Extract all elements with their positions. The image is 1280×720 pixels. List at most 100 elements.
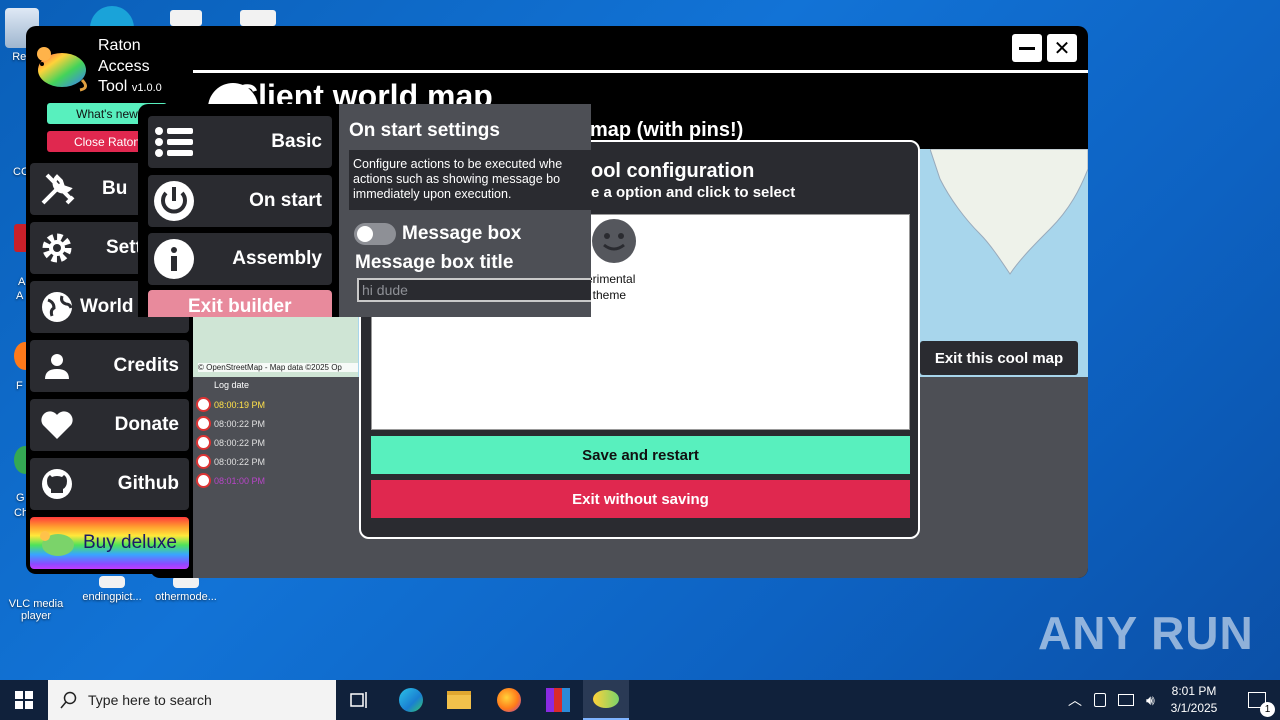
brand-line2: Access [98,57,150,75]
globe-icon [34,284,80,330]
taskbar-raton[interactable] [583,680,629,720]
sidebar-item-github[interactable]: Github [30,458,189,510]
taskbar-winrar[interactable] [535,680,581,720]
word-file-icon[interactable] [240,10,276,26]
message-box-title-input[interactable] [357,278,591,302]
notification-center-button[interactable]: 1 [1234,680,1280,720]
clock-time: 8:01 PM [1171,684,1217,698]
osm-credit: © OpenStreetMap - Map data ©2025 Op [198,363,358,372]
smiley-icon[interactable] [592,219,636,263]
rat-icon [593,690,619,708]
settings-desc-line1: Configure actions to be executed whe [353,157,563,171]
exit-map-button[interactable]: Exit this cool map [920,341,1078,375]
device-icon[interactable] [1094,693,1106,707]
builder-panel: Basic On start Assembly Exit builder On … [138,104,591,317]
log-time: 08:00:22 PM [214,437,266,448]
config-title: ool configuration [591,160,755,182]
log-row: 08:00:22 PM [196,454,265,469]
greenland-map-shape [930,149,1088,275]
log-row: 08:01:00 PM [196,473,265,488]
brand-line1: Raton [98,37,141,54]
theme-label-line2: t theme [586,288,627,302]
network-icon[interactable] [1118,694,1134,706]
builder-item-on-start[interactable]: On start [148,175,332,227]
brand-line3: Tool [98,78,128,95]
desktop-icon-endingpict[interactable]: endingpict... [76,576,148,603]
taskbar-edge[interactable] [388,680,434,720]
edge-browser-icon[interactable] [90,6,134,28]
windows-icon [15,691,33,709]
desktop-edge-label: G [16,492,25,504]
clock-icon [196,454,211,469]
task-view-button[interactable] [337,680,383,720]
minimize-icon [1019,46,1035,50]
log-header: Log date [214,380,250,390]
clock-icon [196,397,211,412]
rat-icon [40,531,74,556]
minimize-button[interactable] [1012,34,1042,62]
taskbar: Type here to search ︿ 🔊︎ 8:01 PM 3/1/202… [0,680,1280,720]
desktop-icon-othermode[interactable]: othermode... [150,576,222,603]
info-icon [151,236,197,282]
settings-title: On start settings [349,120,500,141]
log-time: 08:00:19 PM [214,399,266,410]
builder-item-basic[interactable]: Basic [148,116,332,168]
folder-icon [447,691,471,709]
log-time: 08:00:22 PM [214,418,266,429]
desktop-edge-label: A [18,276,26,288]
settings-desc-line3: immediately upon execution. [353,187,512,201]
log-time: 08:01:00 PM [214,475,266,486]
taskbar-firefox[interactable] [486,680,532,720]
sidebar-item-credits[interactable]: Credits [30,340,189,392]
desktop-icon-label: VLC media player [8,598,64,622]
winrar-icon [546,688,570,712]
close-window-button[interactable]: ✕ [1047,34,1077,62]
settings-desc-line2: actions such as showing message bo [353,172,561,186]
taskbar-search[interactable]: Type here to search [48,680,336,720]
builder-item-label: On start [249,190,322,211]
title-divider [193,70,1088,73]
theme-label[interactable]: erimental t theme [586,271,635,303]
desktop-edge-label: F [16,380,23,392]
sidebar-item-donate[interactable]: Donate [30,399,189,451]
save-and-restart-button[interactable]: Save and restart [371,436,910,474]
close-icon: ✕ [1053,36,1071,60]
sidebar-item-label: Credits [113,355,179,376]
builder-item-label: Assembly [232,248,322,269]
tools-icon [34,166,80,212]
gear-icon [34,225,80,271]
desktop-icon-vlc[interactable]: VLC media player [0,580,72,622]
exit-builder-button[interactable]: Exit builder [148,290,332,317]
github-icon [34,461,80,507]
clock-date: 3/1/2025 [1170,701,1218,715]
edge-icon [399,688,423,712]
chevron-up-icon[interactable]: ︿ [1068,690,1082,710]
file-icon[interactable] [170,10,202,26]
desktop-edge-label: A [16,290,24,302]
search-placeholder: Type here to search [88,692,212,708]
sidebar-item-label: Github [117,473,179,494]
exit-without-saving-button[interactable]: Exit without saving [371,480,910,518]
config-subtitle: e a option and click to select [591,184,796,201]
clock-icon [196,435,211,450]
anyrun-watermark: ANY RUN [1038,607,1254,659]
message-box-title-label: Message box title [355,252,514,273]
sidebar-item-label: Donate [114,414,179,435]
map-subtitle: map (with pins!) [590,119,744,141]
firefox-icon [497,688,521,712]
taskbar-file-explorer[interactable] [436,680,482,720]
volume-icon[interactable]: 🔊︎ [1146,692,1155,709]
buy-deluxe-button[interactable]: Buy deluxe [30,517,189,569]
builder-item-assembly[interactable]: Assembly [148,233,332,285]
desktop-icon-label: othermode... [155,591,217,603]
log-row: 08:00:22 PM [196,416,265,431]
rat-logo-icon [37,47,87,92]
start-button[interactable] [0,680,48,720]
brand-name: Raton Access Tool v1.0.0 [98,36,162,99]
taskbar-clock[interactable]: 8:01 PM 3/1/2025 [1160,683,1228,717]
settings-description: Configure actions to be executed whe act… [349,150,591,210]
message-box-label: Message box [402,223,522,244]
buy-deluxe-label: Buy deluxe [82,532,177,553]
message-box-toggle[interactable] [354,223,396,245]
builder-item-label: Basic [271,131,322,152]
